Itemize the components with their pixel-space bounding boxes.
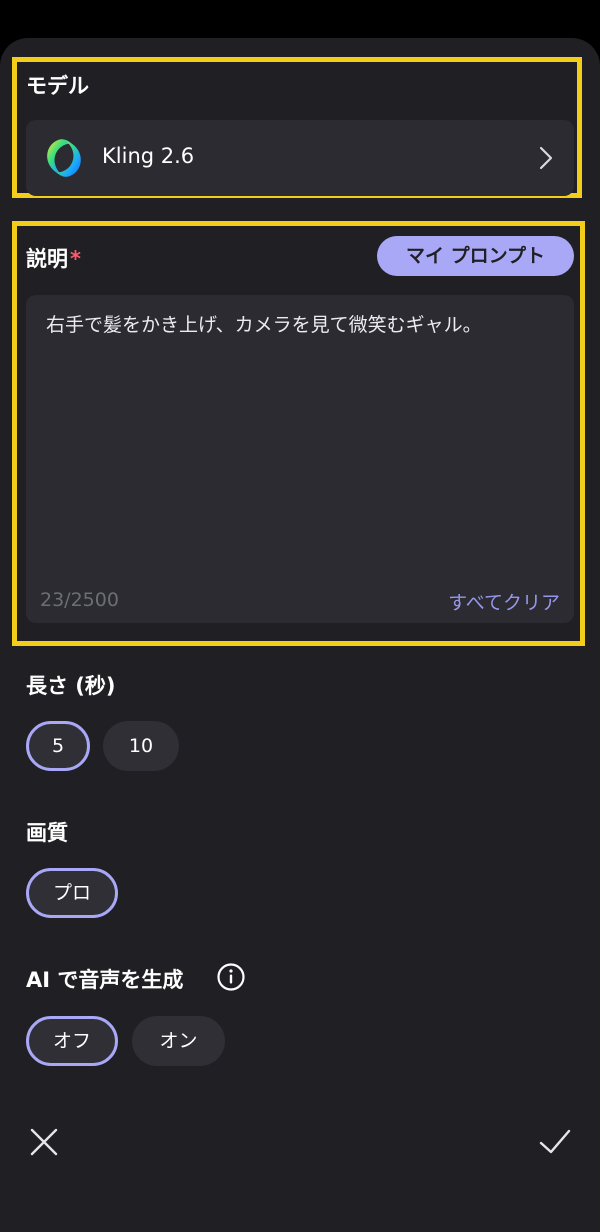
char-counter: 23/2500 [40, 589, 119, 611]
model-selector[interactable]: Kling 2.6 [26, 120, 574, 196]
quality-option-pro[interactable]: プロ [26, 868, 118, 918]
audio-option-off[interactable]: オフ [26, 1016, 118, 1066]
checkmark-icon[interactable] [538, 1126, 572, 1158]
description-section-title: 説明* [26, 243, 81, 273]
prompt-text: 右手で髪をかき上げ、カメラを見て微笑むギャル。 [46, 314, 482, 336]
info-icon[interactable] [216, 962, 246, 992]
prompt-textarea[interactable]: 右手で髪をかき上げ、カメラを見て微笑むギャル。 23/2500 すべてクリア [26, 295, 574, 623]
description-title-text: 説明 [26, 247, 68, 271]
audio-option-on[interactable]: オン [132, 1016, 225, 1066]
duration-option-10[interactable]: 10 [103, 721, 179, 771]
duration-option-5[interactable]: 5 [26, 721, 90, 771]
duration-section-title: 長さ (秒) [26, 674, 116, 698]
required-mark: * [70, 247, 81, 271]
quality-section-title: 画質 [26, 821, 68, 845]
clear-all-button[interactable]: すべてクリア [448, 588, 560, 615]
audio-section-title: AI で音声を生成 [26, 968, 184, 992]
chevron-right-icon [539, 146, 553, 170]
model-section-title: モデル [26, 74, 89, 98]
kling-logo-icon [47, 139, 81, 177]
model-name: Kling 2.6 [102, 144, 195, 168]
my-prompt-button[interactable]: マイ プロンプト [377, 236, 574, 276]
close-icon[interactable] [28, 1126, 60, 1158]
